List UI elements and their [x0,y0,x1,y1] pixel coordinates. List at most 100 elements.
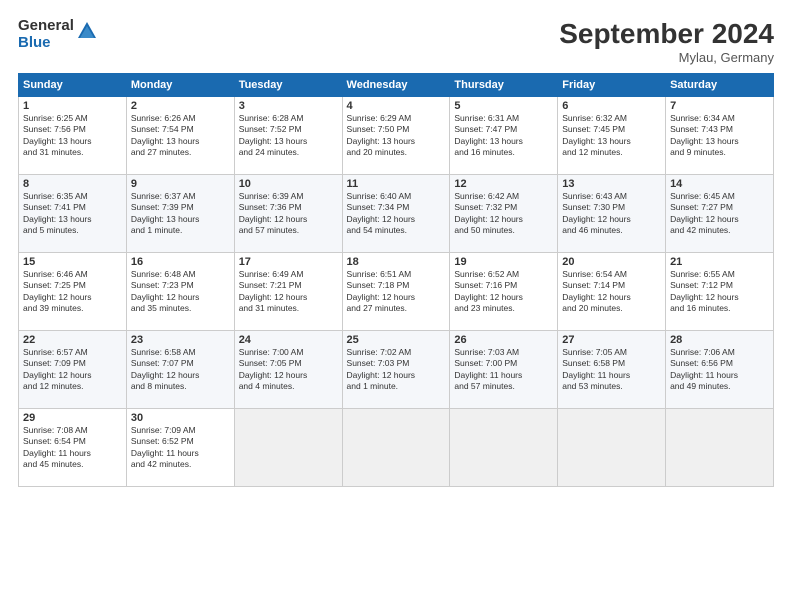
col-sunday: Sunday [19,74,127,97]
logo-text: General Blue [18,18,74,51]
day-info: Sunrise: 6:31 AM Sunset: 7:47 PM Dayligh… [454,113,553,159]
col-monday: Monday [126,74,234,97]
logo: General Blue [18,18,98,51]
table-row: 7Sunrise: 6:34 AM Sunset: 7:43 PM Daylig… [666,97,774,175]
day-number: 28 [670,334,769,346]
day-info: Sunrise: 6:28 AM Sunset: 7:52 PM Dayligh… [239,113,338,159]
table-row: 12Sunrise: 6:42 AM Sunset: 7:32 PM Dayli… [450,175,558,253]
day-number: 17 [239,256,338,268]
table-row: 8Sunrise: 6:35 AM Sunset: 7:41 PM Daylig… [19,175,127,253]
table-row: 18Sunrise: 6:51 AM Sunset: 7:18 PM Dayli… [342,253,450,331]
day-number: 14 [670,178,769,190]
day-number: 22 [23,334,122,346]
day-number: 19 [454,256,553,268]
table-row: 5Sunrise: 6:31 AM Sunset: 7:47 PM Daylig… [450,97,558,175]
col-saturday: Saturday [666,74,774,97]
day-info: Sunrise: 6:26 AM Sunset: 7:54 PM Dayligh… [131,113,230,159]
calendar-row: 8Sunrise: 6:35 AM Sunset: 7:41 PM Daylig… [19,175,774,253]
day-number: 3 [239,100,338,112]
day-number: 6 [562,100,661,112]
day-number: 23 [131,334,230,346]
table-row: 17Sunrise: 6:49 AM Sunset: 7:21 PM Dayli… [234,253,342,331]
day-number: 13 [562,178,661,190]
logo-icon [76,20,98,47]
day-number: 18 [347,256,446,268]
day-info: Sunrise: 6:49 AM Sunset: 7:21 PM Dayligh… [239,269,338,315]
table-row: 15Sunrise: 6:46 AM Sunset: 7:25 PM Dayli… [19,253,127,331]
day-number: 29 [23,412,122,424]
table-row [666,409,774,487]
day-number: 1 [23,100,122,112]
location: Mylau, Germany [559,50,774,65]
day-number: 12 [454,178,553,190]
day-info: Sunrise: 6:39 AM Sunset: 7:36 PM Dayligh… [239,191,338,237]
day-number: 26 [454,334,553,346]
day-number: 21 [670,256,769,268]
table-row: 1Sunrise: 6:25 AM Sunset: 7:56 PM Daylig… [19,97,127,175]
day-info: Sunrise: 6:54 AM Sunset: 7:14 PM Dayligh… [562,269,661,315]
logo-general: General [18,18,74,35]
day-info: Sunrise: 6:45 AM Sunset: 7:27 PM Dayligh… [670,191,769,237]
page: General Blue September 2024 Mylau, Germa… [0,0,792,612]
day-number: 11 [347,178,446,190]
day-info: Sunrise: 6:57 AM Sunset: 7:09 PM Dayligh… [23,347,122,393]
table-row: 22Sunrise: 6:57 AM Sunset: 7:09 PM Dayli… [19,331,127,409]
table-row [558,409,666,487]
table-row: 28Sunrise: 7:06 AM Sunset: 6:56 PM Dayli… [666,331,774,409]
day-number: 8 [23,178,122,190]
table-row: 20Sunrise: 6:54 AM Sunset: 7:14 PM Dayli… [558,253,666,331]
calendar-row: 29Sunrise: 7:08 AM Sunset: 6:54 PM Dayli… [19,409,774,487]
table-row: 19Sunrise: 6:52 AM Sunset: 7:16 PM Dayli… [450,253,558,331]
day-info: Sunrise: 6:43 AM Sunset: 7:30 PM Dayligh… [562,191,661,237]
table-row: 13Sunrise: 6:43 AM Sunset: 7:30 PM Dayli… [558,175,666,253]
day-number: 25 [347,334,446,346]
col-friday: Friday [558,74,666,97]
day-info: Sunrise: 7:09 AM Sunset: 6:52 PM Dayligh… [131,425,230,471]
table-row: 29Sunrise: 7:08 AM Sunset: 6:54 PM Dayli… [19,409,127,487]
day-info: Sunrise: 7:08 AM Sunset: 6:54 PM Dayligh… [23,425,122,471]
table-row: 10Sunrise: 6:39 AM Sunset: 7:36 PM Dayli… [234,175,342,253]
table-row: 11Sunrise: 6:40 AM Sunset: 7:34 PM Dayli… [342,175,450,253]
col-thursday: Thursday [450,74,558,97]
table-row: 30Sunrise: 7:09 AM Sunset: 6:52 PM Dayli… [126,409,234,487]
table-row: 25Sunrise: 7:02 AM Sunset: 7:03 PM Dayli… [342,331,450,409]
day-number: 9 [131,178,230,190]
day-number: 15 [23,256,122,268]
day-number: 16 [131,256,230,268]
table-row [450,409,558,487]
day-info: Sunrise: 6:58 AM Sunset: 7:07 PM Dayligh… [131,347,230,393]
day-number: 27 [562,334,661,346]
day-number: 5 [454,100,553,112]
day-number: 20 [562,256,661,268]
table-row: 24Sunrise: 7:00 AM Sunset: 7:05 PM Dayli… [234,331,342,409]
day-number: 7 [670,100,769,112]
table-row: 14Sunrise: 6:45 AM Sunset: 7:27 PM Dayli… [666,175,774,253]
day-info: Sunrise: 6:46 AM Sunset: 7:25 PM Dayligh… [23,269,122,315]
table-row: 23Sunrise: 6:58 AM Sunset: 7:07 PM Dayli… [126,331,234,409]
header-row: Sunday Monday Tuesday Wednesday Thursday… [19,74,774,97]
day-info: Sunrise: 6:25 AM Sunset: 7:56 PM Dayligh… [23,113,122,159]
table-row [342,409,450,487]
logo-blue: Blue [18,35,74,52]
table-row [234,409,342,487]
day-info: Sunrise: 7:05 AM Sunset: 6:58 PM Dayligh… [562,347,661,393]
day-info: Sunrise: 6:37 AM Sunset: 7:39 PM Dayligh… [131,191,230,237]
day-info: Sunrise: 6:42 AM Sunset: 7:32 PM Dayligh… [454,191,553,237]
col-tuesday: Tuesday [234,74,342,97]
day-info: Sunrise: 6:52 AM Sunset: 7:16 PM Dayligh… [454,269,553,315]
day-info: Sunrise: 7:06 AM Sunset: 6:56 PM Dayligh… [670,347,769,393]
table-row: 3Sunrise: 6:28 AM Sunset: 7:52 PM Daylig… [234,97,342,175]
calendar-row: 15Sunrise: 6:46 AM Sunset: 7:25 PM Dayli… [19,253,774,331]
day-info: Sunrise: 6:48 AM Sunset: 7:23 PM Dayligh… [131,269,230,315]
table-row: 27Sunrise: 7:05 AM Sunset: 6:58 PM Dayli… [558,331,666,409]
table-row: 2Sunrise: 6:26 AM Sunset: 7:54 PM Daylig… [126,97,234,175]
table-row: 6Sunrise: 6:32 AM Sunset: 7:45 PM Daylig… [558,97,666,175]
day-info: Sunrise: 7:02 AM Sunset: 7:03 PM Dayligh… [347,347,446,393]
day-number: 2 [131,100,230,112]
header: General Blue September 2024 Mylau, Germa… [18,18,774,65]
table-row: 21Sunrise: 6:55 AM Sunset: 7:12 PM Dayli… [666,253,774,331]
day-info: Sunrise: 6:32 AM Sunset: 7:45 PM Dayligh… [562,113,661,159]
day-number: 30 [131,412,230,424]
day-info: Sunrise: 6:40 AM Sunset: 7:34 PM Dayligh… [347,191,446,237]
table-row: 4Sunrise: 6:29 AM Sunset: 7:50 PM Daylig… [342,97,450,175]
